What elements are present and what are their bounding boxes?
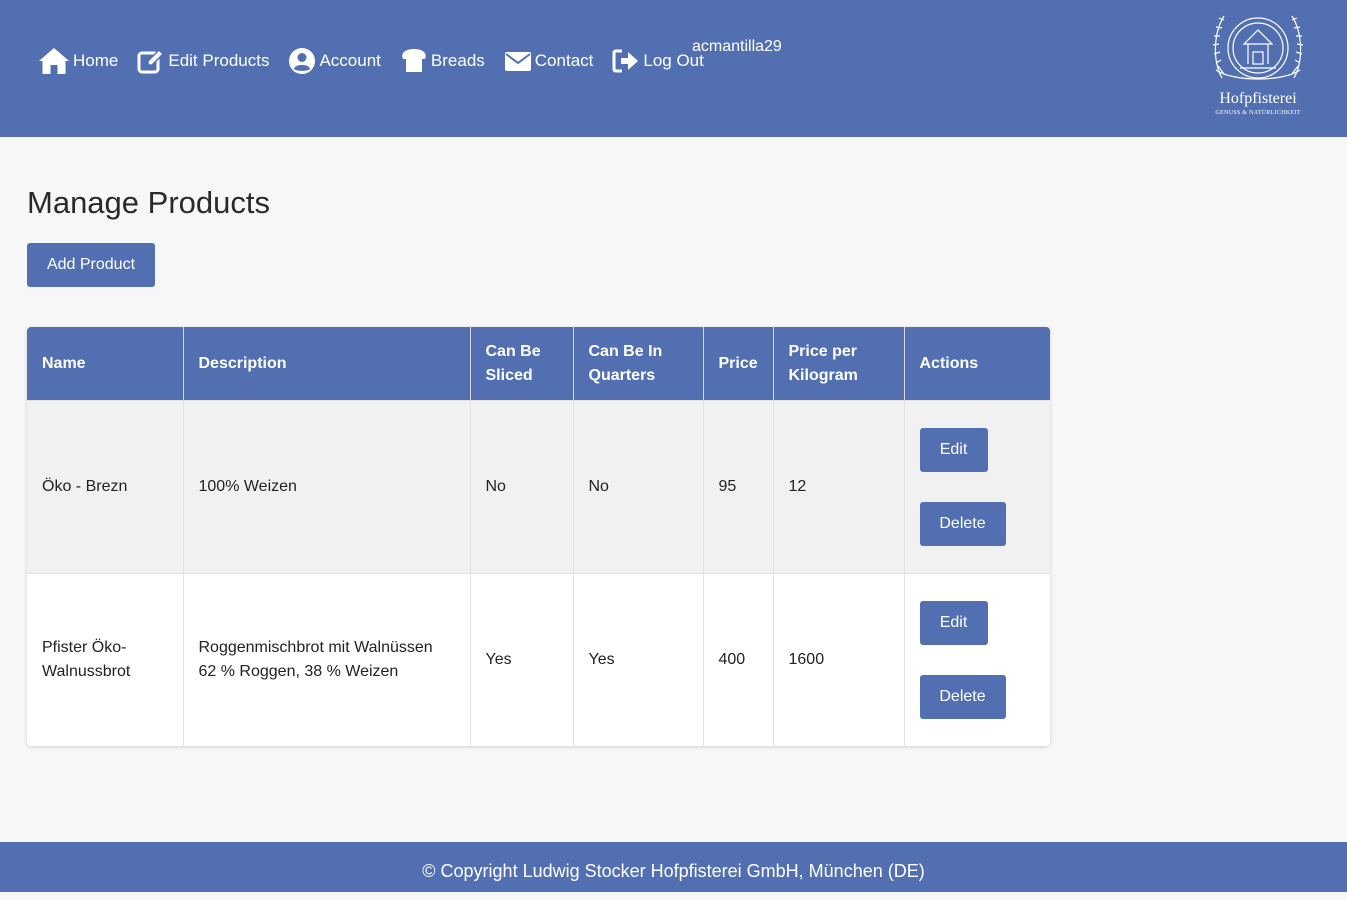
delete-button[interactable]: Delete xyxy=(919,502,1006,546)
nav-contact-label: Contact xyxy=(534,51,594,70)
cell-price-per-kilogram: 1600 xyxy=(773,573,905,746)
user-circle-icon xyxy=(288,47,319,75)
logo-emblem-icon xyxy=(1212,15,1304,80)
cell-description: Roggenmischbrot mit Walnüssen 62 % Rogge… xyxy=(183,573,471,746)
cell-price: 400 xyxy=(703,573,774,746)
header-can-be-in-quarters: Can Be In Quarters xyxy=(573,327,704,401)
cell-description: 100% Weizen xyxy=(183,400,471,574)
products-table: Name Description Can Be Sliced Can Be In… xyxy=(27,327,1050,746)
nav-home-label: Home xyxy=(73,51,119,70)
cell-actions: Edit Delete xyxy=(904,400,1050,574)
nav-edit-products-label: Edit Products xyxy=(168,51,270,70)
username-label: acmantilla29 xyxy=(692,38,782,55)
logo-tagline: GENUSS & NATÜRLICHKEIT xyxy=(1215,110,1301,116)
copyright-text: © Copyright Ludwig Stocker Hofpfisterei … xyxy=(422,861,925,881)
table-row: Pfister Öko-Walnussbrot Roggenmischbrot … xyxy=(27,573,1050,746)
nav-contact[interactable]: Contact xyxy=(504,50,594,72)
table-header-row: Name Description Can Be Sliced Can Be In… xyxy=(27,327,1050,401)
header-name: Name xyxy=(27,327,184,401)
edit-button[interactable]: Edit xyxy=(919,428,988,472)
logo-name: Hofpfisterei xyxy=(1219,90,1297,107)
header-price-per-kilogram: Price per Kilogram xyxy=(773,327,905,401)
edit-icon xyxy=(137,47,168,75)
page-title: Manage Products xyxy=(27,185,270,220)
sign-out-icon xyxy=(612,48,643,74)
add-product-button[interactable]: Add Product xyxy=(27,243,155,287)
nav-account[interactable]: Account xyxy=(288,47,381,75)
home-icon xyxy=(38,46,73,76)
nav-edit-products[interactable]: Edit Products xyxy=(137,47,269,75)
site-header: Home Edit Products Account Breads Contac… xyxy=(0,0,1347,137)
cell-price-per-kilogram: 12 xyxy=(773,400,905,574)
cell-can-be-in-quarters: Yes xyxy=(573,573,704,746)
cell-name: Pfister Öko-Walnussbrot xyxy=(27,573,184,746)
header-description: Description xyxy=(183,327,471,401)
nav-home[interactable]: Home xyxy=(38,46,118,76)
edit-button[interactable]: Edit xyxy=(919,601,988,645)
header-can-be-sliced: Can Be Sliced xyxy=(470,327,574,401)
table-row: Öko - Brezn 100% Weizen No No 95 12 Edit… xyxy=(27,400,1050,574)
brand-logo[interactable]: Hofpfisterei GENUSS & NATÜRLICHKEIT xyxy=(1208,8,1308,120)
cell-price: 95 xyxy=(703,400,774,574)
nav-breads-label: Breads xyxy=(430,51,485,70)
cell-can-be-in-quarters: No xyxy=(573,400,704,574)
delete-button[interactable]: Delete xyxy=(919,675,1006,719)
nav-breads[interactable]: Breads xyxy=(400,48,485,74)
cell-can-be-sliced: Yes xyxy=(470,573,574,746)
envelope-icon xyxy=(504,50,535,72)
cell-can-be-sliced: No xyxy=(470,400,574,574)
nav-log-out[interactable]: Log Out xyxy=(612,48,704,74)
nav-account-label: Account xyxy=(319,51,381,70)
header-actions: Actions xyxy=(904,327,1050,401)
cell-name: Öko - Brezn xyxy=(27,400,184,574)
main-nav: Home Edit Products Account Breads Contac… xyxy=(38,46,723,76)
site-footer: © Copyright Ludwig Stocker Hofpfisterei … xyxy=(0,842,1347,892)
bread-icon xyxy=(400,48,431,74)
header-price: Price xyxy=(703,327,774,401)
cell-actions: Edit Delete xyxy=(904,573,1050,746)
